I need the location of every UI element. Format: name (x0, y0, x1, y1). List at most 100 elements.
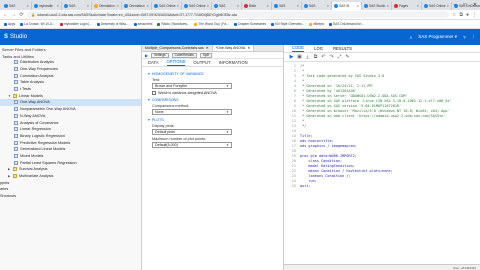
task-tab-data[interactable]: DATA (148, 60, 159, 65)
run-icon[interactable]: ▶ (145, 53, 148, 58)
bookmark-item[interactable]: sesar.html (133, 22, 152, 26)
tree-item[interactable]: ▼ Linear Models (0, 92, 141, 99)
minimize-icon[interactable]: – (450, 0, 460, 10)
browser-tab[interactable]: Pages ✕ (392, 2, 422, 10)
server-files-header[interactable]: Server Files and Folders (0, 45, 141, 52)
close-icon[interactable]: ✕ (470, 0, 480, 10)
tree-item[interactable]: ppets (0, 179, 141, 186)
comparisons-section[interactable]: ▾ COMPARISONS (148, 98, 277, 102)
tree-item[interactable]: Analysis of Covariance (0, 119, 141, 126)
task-tab-options[interactable]: OPTIONS (166, 59, 186, 66)
editor-tab-code[interactable]: CODE (292, 45, 305, 52)
url-input[interactable]: 🔒 odamid-usw2-2.oda.sas.com/SASStudio/mai… (27, 11, 449, 18)
collapsed-icon[interactable]: ▶ (8, 174, 11, 178)
close-tab-icon[interactable]: ✕ (326, 4, 329, 8)
fullscreen-icon[interactable]: ⤢ (337, 54, 342, 60)
browser-tab[interactable]: SAS Online ✕ (182, 2, 212, 10)
editor-tab-log[interactable]: LOG (314, 46, 323, 51)
menu-icon[interactable]: ⋮ (472, 12, 477, 18)
browser-tab[interactable]: SAS ✕ (272, 2, 302, 10)
code-line[interactable]: quit; (300, 184, 480, 189)
max-points-select[interactable]: Default(5,000) ▼ (152, 142, 232, 148)
split-button[interactable]: Split (199, 52, 212, 58)
browser-tab[interactable]: SAS St ✕ (332, 2, 362, 10)
task-tab-output[interactable]: OUTPUT (193, 60, 210, 65)
bookmark-item[interactable]: University of Wisc... (96, 22, 129, 26)
task-tab-information[interactable]: INFORMATION (219, 60, 248, 65)
extensions-icon[interactable]: ⧉ (459, 12, 463, 18)
close-tab-icon[interactable]: ✕ (446, 4, 449, 8)
bookmark-item[interactable]: KN Style Overview... (271, 22, 304, 26)
bookmark-item[interactable]: Radio | Worldview... (157, 22, 189, 26)
tree-item[interactable]: ▶ Multivariate Analysis (0, 173, 141, 180)
copy-icon[interactable]: ⧉ (313, 54, 318, 60)
bookmark-item[interactable]: The Wood Guy | Fa... (194, 22, 229, 26)
close-tab-icon[interactable]: ✕ (416, 4, 419, 8)
close-tab-icon[interactable]: ✕ (236, 4, 239, 8)
browser-tab[interactable]: SAS Online ✕ (152, 2, 182, 10)
display-plots-select[interactable]: Default plots ▼ (152, 129, 232, 135)
tree-item[interactable]: Predictive Regression Models (0, 139, 141, 146)
close-tab-icon[interactable]: ✕ (146, 4, 149, 8)
browser-tab[interactable]: Orientation ✕ (122, 2, 152, 10)
editor-tab-results[interactable]: RESULTS (333, 46, 352, 51)
browser-tab[interactable]: Bible ✕ (242, 2, 272, 10)
back-icon[interactable]: ← (3, 12, 8, 18)
close-tab-icon[interactable]: ✕ (386, 4, 389, 8)
bookmark-item[interactable]: eBeeps (309, 22, 324, 26)
browser-tab[interactable]: SAS Online ✕ (422, 2, 452, 10)
tasks-header[interactable]: Tasks and Utilities (0, 52, 141, 59)
tree-item[interactable]: Generalized Linear Models (0, 146, 141, 153)
close-tab-icon[interactable]: ✕ (206, 4, 209, 8)
forward-icon[interactable]: → (11, 12, 16, 18)
code-area[interactable]: 1 2 3 4 5 6 7 8 9 10 11 12 13 14 15 16 17 18 19 20 21 22 23 24 2… (284, 62, 480, 189)
checkbox-icon[interactable] (152, 91, 156, 95)
program-tab[interactable]: *One-Way ANOVA ✕ (212, 45, 255, 51)
browser-tab[interactable]: SAS ✕ (302, 2, 332, 10)
plots-section[interactable]: ▾ PLOTS (148, 118, 277, 122)
search-icon[interactable]: ⌕ (410, 35, 413, 40)
run-icon[interactable]: ▶ (289, 54, 294, 60)
comparisons-method-select[interactable]: None ▼ (152, 109, 232, 115)
tree-item[interactable]: Binary Logistic Regression (0, 133, 141, 140)
settings-button[interactable]: Settings (151, 52, 169, 58)
bookmark-item[interactable]: Apps (4, 22, 15, 26)
undo-icon[interactable]: ↶ (321, 54, 326, 60)
close-tab-icon[interactable]: ✕ (296, 4, 299, 8)
redo-icon[interactable]: ↷ (329, 54, 334, 60)
bookmark-item[interactable]: La Crosse, WI 10-D... (20, 22, 55, 26)
tree-item[interactable]: Table Analysis (0, 79, 141, 86)
browser-tab[interactable]: SAS ✕ (212, 2, 242, 10)
tree-item[interactable]: aries (0, 186, 141, 193)
browser-tab[interactable]: SAS Studio ✕ (362, 2, 392, 10)
close-tab-icon[interactable]: ✕ (116, 4, 119, 8)
browser-tab[interactable]: SAS ✕ (2, 2, 32, 10)
bookmark-item[interactable]: Chapter Summaries (233, 22, 266, 26)
bookmark-item[interactable]: myhandler Login |... (59, 22, 92, 26)
program-tab[interactable]: Multiple_Comparisons-Contrasts.sas ✕ (142, 45, 213, 51)
close-icon[interactable]: ✕ (247, 46, 250, 50)
expanded-icon[interactable]: ▼ (8, 94, 11, 98)
maximize-icon[interactable]: □ (460, 0, 470, 10)
tree-item[interactable]: Linear Regression (0, 126, 141, 133)
homogeneity-section[interactable]: ▾ HOMOGENEITY OF VARIANCE (148, 72, 277, 76)
help-icon[interactable]: ? (463, 35, 466, 40)
edit-icon[interactable]: ✎ (345, 54, 350, 60)
save-icon[interactable]: ▣ (297, 54, 302, 60)
profile-icon[interactable]: ● (466, 12, 469, 18)
test-select[interactable]: Brown and Forsythe ▼ (152, 83, 232, 89)
tree-item[interactable]: Nonparametric One-Way ANOVA (0, 106, 141, 113)
collapsed-icon[interactable]: ▶ (8, 167, 11, 171)
tree-item[interactable]: Distribution Analysis (0, 59, 141, 66)
star-icon[interactable]: ☆ (452, 12, 456, 18)
tree-item[interactable]: Correlation Analysis (0, 72, 141, 79)
browser-tab[interactable]: myhandle ✕ (32, 2, 62, 10)
tree-item[interactable]: One-Way Frequencies (0, 66, 141, 73)
tree-item[interactable]: Mixed Models (0, 153, 141, 160)
close-tab-icon[interactable]: ✕ (26, 4, 29, 8)
welch-checkbox[interactable]: Welch's variance-weighted ANOVA (152, 91, 277, 95)
bookmark-item[interactable]: SAS OnDemand for... (329, 22, 364, 26)
tree-item[interactable]: Partial Least Squares Regression (0, 159, 141, 166)
close-tab-icon[interactable]: ✕ (266, 4, 269, 8)
tree-item[interactable]: ▶ Survival Analysis (0, 166, 141, 173)
